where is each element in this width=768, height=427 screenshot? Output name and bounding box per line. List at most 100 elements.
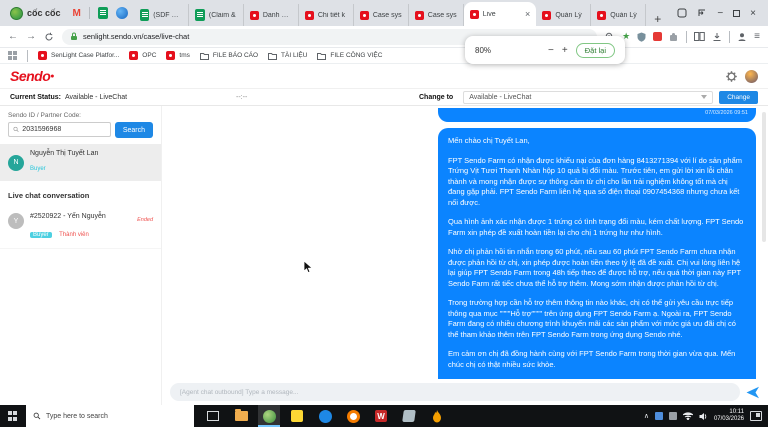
tab-sdf-cus[interactable]: (SDF Cus: [134, 4, 189, 26]
chat-message-area[interactable]: 07/03/2026 09:51 Mến chào chị Tuyết Lan,…: [162, 106, 768, 379]
tab-danh-sach[interactable]: Danh sác: [244, 4, 299, 26]
customer-result-item[interactable]: N Nguyễn Thị Tuyết Lan Buyer: [0, 144, 161, 181]
flame-app-icon[interactable]: [426, 405, 448, 427]
sendo-favicon: [359, 10, 369, 20]
zoom-in-button[interactable]: +: [562, 45, 568, 56]
notification-center-icon[interactable]: [750, 411, 762, 421]
bookmark-folder-tai-lieu[interactable]: TÀI LIỆU: [268, 52, 307, 60]
sendo-logo[interactable]: Sendo: [10, 68, 51, 84]
divider: [88, 7, 90, 19]
shield-icon[interactable]: [637, 32, 646, 42]
main-content: Sendo ID / Partner Code: Search N Nguyễn…: [0, 106, 768, 405]
settings-gear-icon[interactable]: [726, 70, 737, 82]
new-tab-button[interactable]: +: [646, 12, 669, 26]
tab-quan-ly-2[interactable]: Quản Lý: [591, 4, 647, 26]
file-explorer-icon[interactable]: [230, 405, 252, 427]
bookmarks-bar: SenLight Case Platfor... OPC tms FILE BÁ…: [0, 48, 768, 64]
sendo-extension-icon[interactable]: [653, 32, 663, 41]
coccoc-brand[interactable]: cốc cốc: [4, 6, 67, 20]
taskbar-clock[interactable]: 10:11 07/03/2026: [714, 409, 744, 423]
screen: cốc cốc M (SDF Cus (Claim & Danh sác Chi…: [0, 0, 768, 427]
taskbar-search[interactable]: Type here to search: [26, 405, 194, 427]
member-tag: Thành viên: [59, 232, 89, 238]
tray-chevron-icon[interactable]: ∧: [644, 412, 649, 420]
search-button[interactable]: Search: [114, 122, 153, 138]
message-paragraph: Nhờ chị phản hồi tin nhắn trong 60 phút,…: [448, 247, 741, 288]
partner-code-input[interactable]: [22, 126, 106, 133]
minimize-button[interactable]: −: [717, 8, 723, 19]
zoom-out-button[interactable]: −: [548, 45, 554, 56]
close-window-button[interactable]: ×: [750, 8, 756, 19]
conversation-item[interactable]: Y #2520922 - Yến Nguyễn Buyer Thành viên…: [0, 208, 161, 249]
sendo-favicon: [129, 51, 139, 60]
restore-button[interactable]: [733, 9, 741, 17]
download-icon[interactable]: [712, 32, 722, 42]
system-tray: ∧ 10:11 07/03/2026: [638, 405, 768, 427]
coccoc-logo-icon: [10, 6, 23, 20]
profile-icon[interactable]: [737, 32, 747, 42]
bookmark-folder-cong-viec[interactable]: FILE CÔNG VIỆC: [317, 52, 382, 60]
blue-app-pinned-icon[interactable]: [115, 7, 128, 19]
tab-case-sys-1[interactable]: Case sys: [354, 4, 409, 26]
back-icon[interactable]: ←: [8, 31, 18, 42]
sticky-notes-icon[interactable]: [286, 405, 308, 427]
partner-code-input-wrap: [8, 122, 111, 137]
change-button[interactable]: Change: [719, 90, 758, 104]
sheets-favicon: [139, 9, 150, 21]
zoom-popup: 80% − + Đặt lại: [465, 36, 625, 64]
bookmark-opc[interactable]: OPC: [129, 51, 156, 60]
divider: [686, 30, 688, 43]
customer-name: Nguyễn Thị Tuyết Lan: [30, 150, 99, 157]
network-icon[interactable]: [682, 412, 693, 420]
message-timestamp: 07/03/2026 09:51: [705, 110, 748, 116]
extensions-puzzle-icon[interactable]: [669, 32, 679, 42]
sendo-favicon: [469, 9, 479, 19]
chat-scrollbar[interactable]: [762, 112, 766, 242]
tab-live-active[interactable]: Live ×: [463, 2, 537, 26]
sendo-favicon: [542, 10, 552, 20]
tab-search-icon[interactable]: [677, 8, 687, 18]
tab-chi-tiet[interactable]: Chi tiết k: [299, 4, 354, 26]
buyer-chip: Buyer: [30, 232, 52, 238]
user-avatar[interactable]: [745, 69, 758, 83]
sendo-favicon: [597, 10, 607, 20]
sheets-pinned-icon[interactable]: [97, 7, 108, 19]
apps-grid-icon[interactable]: [8, 51, 17, 60]
coccoc-taskbar-icon[interactable]: [258, 405, 280, 427]
tab-close-icon[interactable]: ×: [525, 9, 530, 19]
tray-app-icon[interactable]: [654, 412, 663, 420]
bookmark-senlight[interactable]: SenLight Case Platfor...: [38, 51, 119, 60]
windows-taskbar: Type here to search W ∧ 10:11 07/03/2026: [0, 405, 768, 427]
speaker-icon[interactable]: [699, 412, 708, 421]
gmail-icon[interactable]: M: [73, 8, 81, 19]
bookmark-tms[interactable]: tms: [166, 51, 190, 60]
keyboard-layout-icon[interactable]: [668, 412, 677, 420]
secure-lock-icon[interactable]: [70, 32, 78, 41]
menu-icon[interactable]: ≡: [754, 31, 760, 42]
orange-ring-app-icon[interactable]: [342, 405, 364, 427]
tab-quan-ly-1[interactable]: Quản Lý: [536, 4, 592, 26]
pinned-tabs: M: [67, 7, 134, 19]
task-view-icon[interactable]: [202, 405, 224, 427]
message-input[interactable]: [170, 383, 740, 401]
start-button[interactable]: [0, 405, 26, 427]
tab-case-sys-2[interactable]: Case sys: [409, 4, 464, 26]
status-select[interactable]: Available - LiveChat: [463, 90, 714, 104]
zalo-icon[interactable]: [314, 405, 336, 427]
divider: [729, 30, 731, 43]
reload-icon[interactable]: [44, 32, 54, 42]
search-icon: [13, 126, 19, 132]
w-app-icon[interactable]: W: [370, 405, 392, 427]
bookmark-folder-bao-cao[interactable]: FILE BÁO CÁO: [199, 52, 258, 60]
send-to-device-icon[interactable]: [697, 8, 707, 18]
gray-app-icon[interactable]: [398, 405, 420, 427]
split-view-icon[interactable]: [694, 32, 705, 41]
send-icon[interactable]: [746, 386, 760, 399]
zoom-level: 80%: [475, 45, 492, 55]
tab-claim[interactable]: (Claim &: [189, 4, 244, 26]
message-paragraph: Trong trường hợp cần hỗ trợ thêm thông t…: [448, 298, 736, 339]
message-paragraph: Mến chào chị Tuyết Lan,: [448, 136, 530, 145]
zoom-reset-button[interactable]: Đặt lại: [575, 42, 615, 58]
forward-icon[interactable]: →: [26, 31, 36, 42]
buyer-tag: Buyer: [30, 166, 46, 172]
